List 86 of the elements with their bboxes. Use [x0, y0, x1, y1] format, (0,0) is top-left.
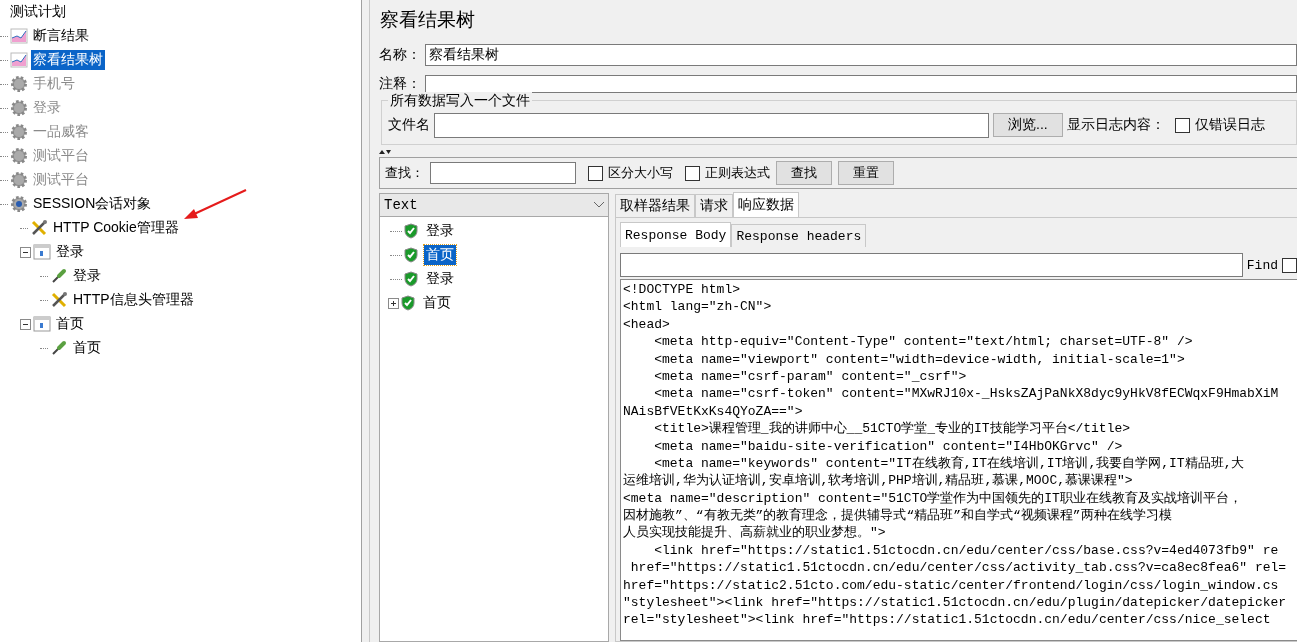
code-line: <meta name="viewport" content="width=device-width, initial-scale=1">	[653, 350, 1186, 368]
checkbox[interactable]	[685, 165, 700, 181]
tree-item[interactable]: 首页	[54, 314, 86, 334]
checkbox[interactable]	[1174, 117, 1190, 133]
group-title: 所有数据写入一个文件	[388, 92, 532, 110]
name-field[interactable]: 察看结果树	[425, 44, 1297, 66]
checkbox[interactable]	[1282, 257, 1297, 273]
browse-button[interactable]: 浏览...	[993, 113, 1063, 137]
gear-icon	[10, 75, 28, 93]
code-line: <meta name="baidu-site-verification" content="I4HbOKGrvc" />	[653, 437, 1124, 455]
tree-item[interactable]: HTTP Cookie管理器	[51, 218, 181, 238]
tab[interactable]: Response Body	[620, 222, 732, 247]
tree-item[interactable]: 登录	[54, 242, 86, 262]
splitter-arrows-icon[interactable]	[379, 149, 391, 155]
tab[interactable]: 取样器结果	[615, 194, 695, 217]
field-label: 名称：	[379, 46, 421, 64]
window-icon	[33, 315, 51, 333]
collapse-toggle[interactable]	[20, 246, 31, 258]
code-line: 人员实现技能提升、高薪就业的职业梦想。">	[623, 524, 887, 542]
tree-item[interactable]: 登录	[71, 266, 103, 286]
tree-item[interactable]: 察看结果树	[31, 50, 105, 70]
code-line: "stylesheet"><link href="https://static1.51ctocdn.cn/edu/plugin/datepicker/datepicker	[623, 594, 1288, 612]
tree-item[interactable]: 首页	[71, 338, 103, 358]
shield-check-icon	[404, 223, 418, 239]
result-item[interactable]: 首页	[424, 245, 456, 265]
tab[interactable]: 响应数据	[733, 192, 799, 217]
code-line: <head>	[623, 315, 671, 334]
shield-check-icon	[401, 295, 415, 311]
result-item[interactable]: 登录	[424, 269, 456, 289]
field-label: 显示日志内容：	[1066, 116, 1165, 134]
checkbox-label: 区分大小写	[608, 164, 673, 182]
result-item[interactable]: 首页	[421, 293, 453, 313]
tree-item[interactable]: 测试计划	[8, 2, 68, 22]
tree-item[interactable]: SESSION会话对象	[31, 194, 154, 214]
code-line: <meta name="description" content="51CTO学堂作为中国领先的IT职业在线教育及实战培训平台，	[623, 489, 1243, 508]
code-line: <title>课程管理_我的讲师中心__51CTO学堂_专业的IT技能学习平台</title>	[653, 420, 1132, 438]
gear-icon	[10, 171, 28, 189]
reset-button[interactable]: 重置	[838, 161, 894, 185]
chevron-down-icon	[594, 202, 604, 208]
pipette-icon	[50, 339, 68, 357]
chart-icon	[10, 51, 28, 69]
search-field[interactable]	[430, 162, 576, 184]
panel-title: 察看结果树	[379, 8, 476, 32]
checkbox-label: 仅错误日志	[1194, 116, 1265, 134]
checkbox[interactable]	[588, 165, 603, 181]
code-line: <meta name="csrf-param" content="_csrf">	[653, 367, 968, 386]
field-label: 文件名	[388, 116, 430, 134]
code-line: 运维培训,华为认证培训,安卓培训,软考培训,PHP培训,精品班,慕课,MOOC,慕课课程">	[623, 472, 1134, 490]
renderer-dropdown[interactable]: Text	[379, 193, 609, 217]
window-icon	[33, 243, 51, 261]
code-line: <link href="https://static1.51ctocdn.cn/edu/center/css/base.css?v=4ed4073fb9" re	[653, 541, 1280, 560]
tree-item[interactable]: HTTP信息头管理器	[71, 290, 196, 310]
code-line: href="https://static2.51cto.com/edu-static/center/frontend/login/css/login_window.cs	[623, 576, 1280, 595]
checkbox-label: Find	[1246, 257, 1278, 273]
gear-icon	[10, 99, 28, 117]
field-label: 注释：	[379, 75, 421, 93]
result-item[interactable]: 登录	[424, 221, 456, 241]
find-field[interactable]	[620, 253, 1243, 277]
tools-icon	[50, 291, 68, 309]
gear-icon	[10, 123, 28, 141]
collapse-toggle[interactable]	[20, 318, 31, 330]
code-line: href="https://static1.51ctocdn.cn/edu/center/css/activity_tab.css?v=ca8ec8fea6" rel=	[629, 559, 1288, 577]
code-line: <meta http-equiv="Content-Type" content="text/html; charset=UTF-8" />	[653, 333, 1194, 351]
tree-item[interactable]: 断言结果	[31, 26, 91, 46]
shield-check-icon	[404, 271, 418, 287]
code-line: <meta name="keywords" content="IT在线教育,IT在线培训,IT培训,我要自学网,IT精品班,大	[653, 454, 1246, 473]
comment-field[interactable]	[425, 75, 1297, 93]
tools-icon	[30, 219, 48, 237]
filename-field[interactable]	[434, 112, 989, 138]
code-line: <meta name="csrf-token" content="MXwRJ10x-_HsksZAjPaNkX8dyc9yHkV8fECWqxF9HmabXiM	[653, 385, 1280, 403]
field-label: 查找：	[385, 164, 424, 182]
code-line: 因材施教”、“有教无类”的教育理念，提供辅导式“精品班”和自学式“视频课程”两种在线学习模	[623, 507, 1173, 525]
gear-icon	[10, 147, 28, 165]
chart-icon	[10, 27, 28, 45]
tab[interactable]: 请求	[695, 194, 733, 217]
find-button[interactable]: 查找	[776, 161, 832, 185]
code-line: <!DOCTYPE html>	[623, 281, 742, 299]
checkbox-label: 正则表达式	[705, 164, 770, 182]
pipette-icon	[50, 267, 68, 285]
shield-check-icon	[404, 247, 418, 263]
code-line: NAisBfVEtKxKs4QYoZA==">	[623, 402, 804, 421]
code-line: rel="stylesheet"><link href="https://static1.51ctocdn.cn/edu/center/css/nice_select	[623, 611, 1272, 629]
code-line: <html lang="zh-CN">	[623, 298, 773, 316]
gear-icon	[10, 195, 28, 213]
expand-toggle[interactable]	[388, 297, 399, 309]
tab[interactable]: Response headers	[731, 224, 867, 247]
